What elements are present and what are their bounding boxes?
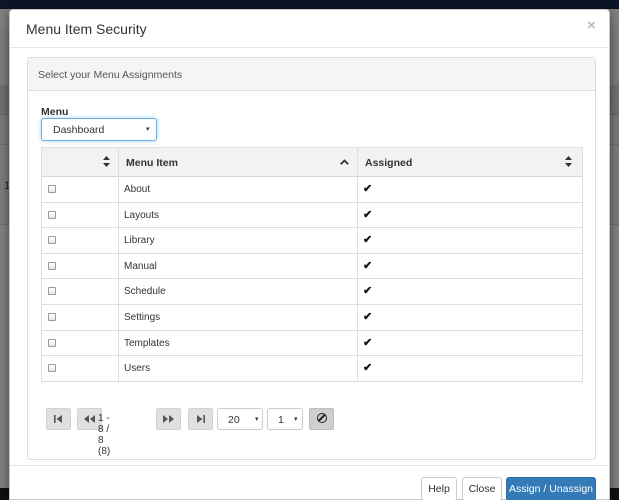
sort-ascending-icon: [340, 158, 349, 167]
menu-item-name: Templates: [124, 337, 170, 349]
table-row[interactable]: Layouts ✔: [42, 203, 582, 229]
menu-item-name: Users: [124, 363, 151, 375]
pager-info: 1 - 8 / 8 (8): [98, 413, 111, 457]
column-header-label: Assigned: [365, 157, 413, 169]
table-row[interactable]: Settings ✔: [42, 305, 582, 331]
column-header-assigned[interactable]: Assigned: [357, 148, 582, 177]
table-row[interactable]: Users ✔: [42, 356, 582, 382]
page-size-value: 20: [228, 414, 240, 426]
first-page-icon: [54, 415, 62, 423]
checkmark-icon: ✔: [363, 285, 373, 298]
row-checkbox[interactable]: [48, 236, 56, 245]
row-checkbox[interactable]: [48, 364, 56, 373]
help-button[interactable]: Help: [421, 477, 457, 500]
caret-down-icon: ▾: [294, 416, 298, 423]
assign-unassign-button[interactable]: Assign / Unassign: [506, 477, 596, 500]
dialog-title: Menu Item Security: [26, 21, 147, 37]
checkmark-icon: ✔: [363, 259, 373, 272]
table-row[interactable]: Library ✔: [42, 228, 582, 254]
checkmark-icon: ✔: [363, 362, 373, 375]
sort-icon: [103, 156, 110, 167]
menu-label: Menu: [41, 106, 69, 118]
panel-heading-text: Select your Menu Assignments: [38, 69, 183, 81]
table-row[interactable]: Manual ✔: [42, 254, 582, 280]
prev-page-icon: [84, 415, 95, 423]
menu-item-name: Settings: [124, 312, 161, 323]
page-size-select[interactable]: 20 ▾: [217, 408, 263, 430]
checkmark-icon: ✔: [363, 336, 373, 349]
menu-select-value: Dashboard: [53, 124, 105, 136]
column-header-menu-item[interactable]: Menu Item: [118, 148, 357, 177]
column-header-select[interactable]: [42, 148, 118, 177]
close-icon[interactable]: ×: [587, 18, 596, 33]
menu-item-name: Layouts: [124, 209, 160, 221]
footer-divider: [10, 465, 609, 466]
caret-down-icon: ▾: [146, 126, 150, 133]
row-checkbox[interactable]: [48, 287, 56, 296]
panel-heading: Select your Menu Assignments: [28, 58, 595, 91]
menu-item-name: Schedule: [124, 286, 166, 298]
caret-down-icon: ▾: [255, 416, 259, 423]
clear-filter-button[interactable]: [309, 408, 334, 430]
menu-items-table: Menu Item Assigned About ✔ Layouts ✔ Lib…: [41, 147, 583, 382]
menu-item-name: Library: [124, 235, 155, 247]
page-number-value: 1: [278, 414, 284, 426]
menu-select[interactable]: Dashboard ▾: [41, 118, 157, 141]
column-header-label: Menu Item: [126, 157, 178, 169]
row-checkbox[interactable]: [48, 185, 56, 193]
next-page-button[interactable]: [156, 408, 181, 430]
menu-assignments-panel: Select your Menu Assignments Menu Dashbo…: [27, 57, 596, 460]
menu-item-security-dialog: Menu Item Security × Select your Menu As…: [9, 9, 610, 500]
table-row[interactable]: Schedule ✔: [42, 279, 582, 305]
menu-item-name: Manual: [124, 260, 157, 272]
first-page-button[interactable]: [46, 408, 71, 430]
dialog-header: Menu Item Security ×: [10, 10, 609, 48]
page-number-select[interactable]: 1 ▾: [267, 408, 303, 430]
close-button[interactable]: Close: [462, 477, 502, 500]
last-page-icon: [197, 415, 205, 423]
row-checkbox[interactable]: [48, 210, 56, 219]
table-header: Menu Item Assigned: [42, 148, 582, 177]
next-page-icon: [163, 415, 174, 423]
menu-item-name: About: [124, 184, 151, 195]
last-page-button[interactable]: [188, 408, 213, 430]
row-checkbox[interactable]: [48, 261, 56, 270]
checkmark-icon: ✔: [363, 234, 373, 247]
table-row[interactable]: About ✔: [42, 177, 582, 203]
checkmark-icon: ✔: [363, 311, 373, 323]
checkmark-icon: ✔: [363, 183, 373, 195]
sort-icon: [565, 156, 572, 167]
app-top-bar: [0, 0, 619, 9]
row-checkbox[interactable]: [48, 338, 56, 347]
table-row[interactable]: Templates ✔: [42, 331, 582, 357]
row-checkbox[interactable]: [48, 313, 56, 321]
clear-filter-icon: [317, 413, 327, 423]
checkmark-icon: ✔: [363, 208, 373, 221]
